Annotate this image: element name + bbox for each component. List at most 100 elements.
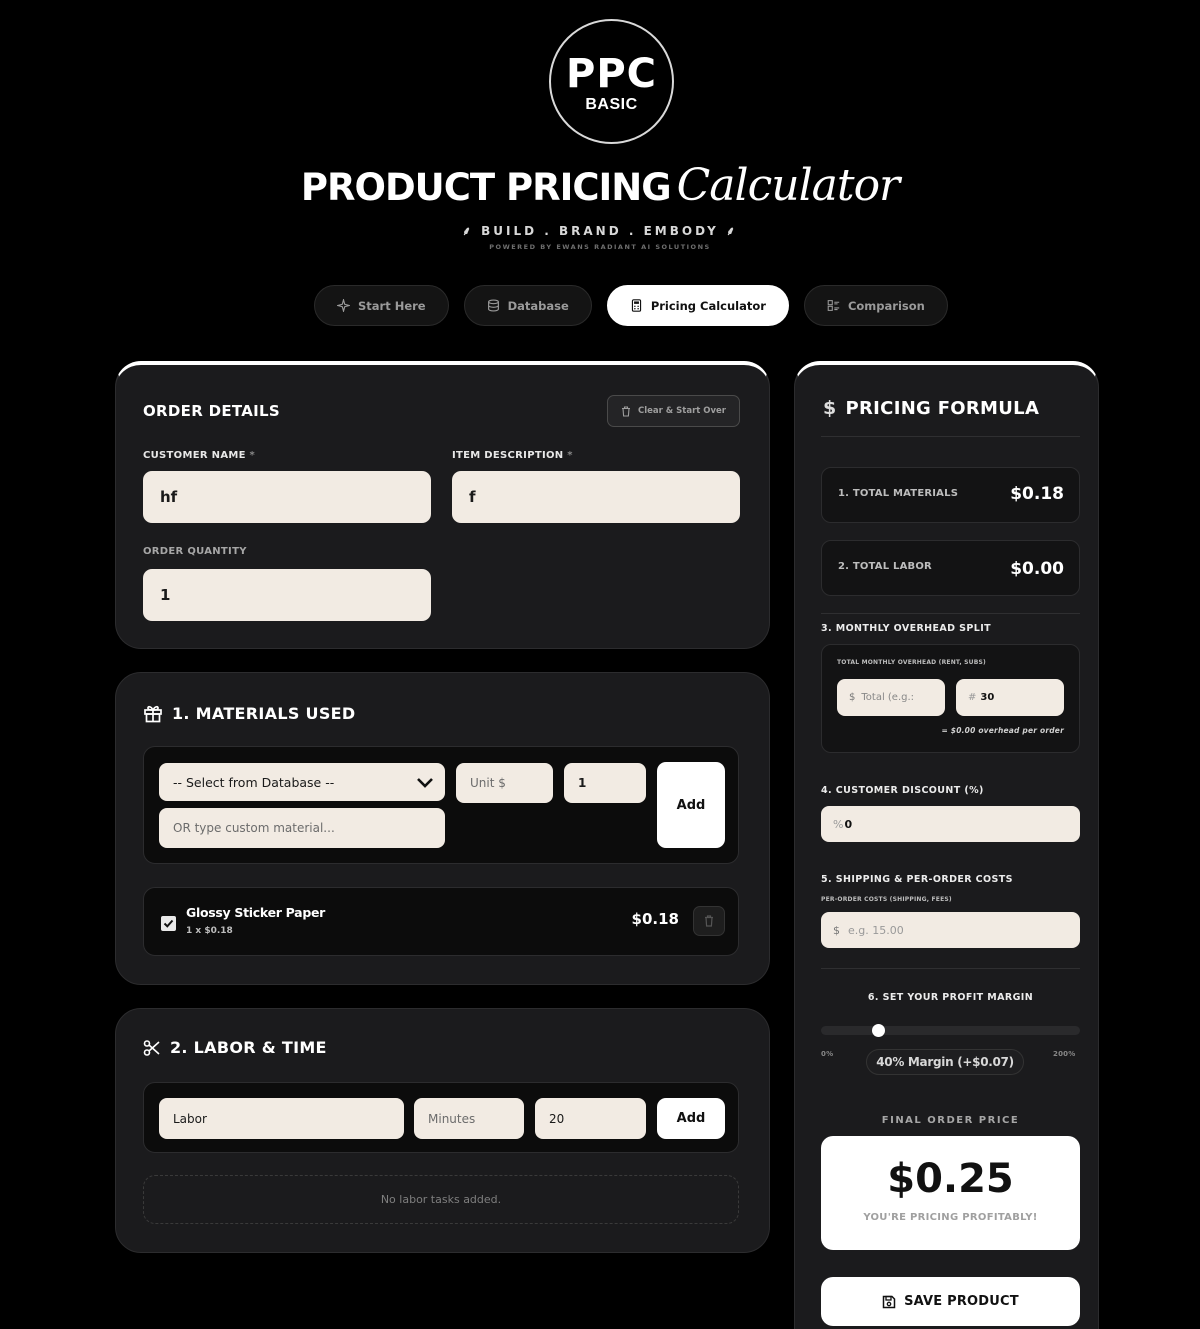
labor-task-value: Labor [173,1111,207,1126]
clear-label: Clear & Start Over [637,406,727,416]
tab-database[interactable]: Database [463,285,592,326]
tagline: ⸙ BUILD . BRAND . EMBODY ⸙ [0,222,1200,239]
discount-input[interactable]: % 0 [821,806,1080,842]
labor-minutes-input[interactable]: Minutes [414,1098,524,1139]
tab-start-here[interactable]: Start Here [314,285,449,326]
orders-per-month-input[interactable]: # 30 [956,679,1064,716]
tab-label: Comparison [847,298,925,313]
custom-material-placeholder: OR type custom material... [173,821,335,835]
order-details-heading: ORDER DETAILS [143,402,280,420]
pricing-formula-heading-text: PRICING FORMULA [845,397,1040,419]
labor-empty-state: No labor tasks added. [143,1175,739,1224]
overhead-total-placeholder: Total (e.g.: [861,692,915,703]
labor-heading: 2. LABOR & TIME [143,1038,327,1057]
item-description-input[interactable]: f [452,471,740,523]
order-quantity-input[interactable]: 1 [143,569,431,621]
save-product-button[interactable]: SAVE PRODUCT [821,1277,1080,1326]
required-mark: * [567,450,573,461]
tab-comparison[interactable]: Comparison [803,285,948,326]
total-labor-label: 2. TOTAL LABOR [838,561,932,572]
hash-prefix: # [968,692,977,703]
customer-name-label: CUSTOMER NAME * [143,450,255,461]
customer-name-input[interactable]: hf [143,471,431,523]
tab-label: Pricing Calculator [650,298,766,313]
orders-per-month-value: 30 [980,692,995,703]
custom-material-input[interactable]: OR type custom material... [159,808,445,848]
labor-minutes-placeholder: Minutes [428,1111,476,1126]
scissors-icon [143,1039,160,1056]
database-icon [487,299,499,312]
shipping-sublabel: PER-ORDER COSTS (SHIPPING, FEES) [821,896,952,903]
item-description-label: ITEM DESCRIPTION * [452,450,573,461]
add-labor-button[interactable]: Add [657,1098,725,1139]
page-title-script: Calculator [676,160,900,211]
gift-icon [144,705,162,723]
trash-icon [621,405,630,417]
sparkle-icon: ⸙ [461,224,482,238]
material-qty-value: 1 [578,776,587,790]
required-mark: * [249,450,256,461]
overhead-note: = $0.00 overhead per order [941,726,1064,735]
divider [821,436,1080,437]
profit-margin-slider[interactable] [821,1024,1080,1037]
labor-heading-text: 2. LABOR & TIME [170,1038,327,1057]
calculator-icon [631,299,641,312]
save-label: SAVE PRODUCT [904,1294,1019,1309]
dollar-prefix: $ [849,692,856,703]
shipping-placeholder: e.g. 15.00 [848,923,904,937]
comparison-icon [827,300,840,311]
material-price: $0.18 [631,910,679,928]
labor-rate-input[interactable]: 20 [535,1098,646,1139]
material-checkbox[interactable] [161,916,176,931]
logo-badge: PPC BASIC [549,19,674,144]
materials-heading-text: 1. MATERIALS USED [172,703,356,723]
powered-by: POWERED BY EWANS RADIANT AI SOLUTIONS [489,243,711,251]
trash-icon [705,915,713,927]
final-price-value: $0.25 [887,1156,1014,1202]
percent-prefix: % [833,817,844,831]
final-price-message: YOU'RE PRICING PROFITABLY! [863,1212,1038,1223]
chevron-down-icon [417,778,433,788]
material-select[interactable]: -- Select from Database -- [159,763,445,801]
logo-subtext: BASIC [585,95,638,113]
total-materials-label: 1. TOTAL MATERIALS [838,488,959,499]
customer-name-value: hf [160,488,178,506]
dollar-icon: $ [823,397,837,419]
clear-start-over-button[interactable]: Clear & Start Over [607,395,740,427]
final-price-label: FINAL ORDER PRICE [881,1115,1020,1126]
total-materials-box: 1. TOTAL MATERIALS $0.18 [821,467,1080,523]
total-labor-box: 2. TOTAL LABOR $0.00 [821,540,1080,596]
unit-price-input[interactable]: Unit $ [456,763,553,803]
discount-label: 4. CUSTOMER DISCOUNT (%) [821,785,984,796]
add-material-button[interactable]: Add [657,762,725,848]
order-quantity-label: ORDER QUANTITY [143,546,247,557]
labor-rate-value: 20 [549,1111,565,1126]
unit-price-placeholder: Unit $ [470,776,506,790]
material-detail: 1 x $0.18 [186,926,233,936]
save-icon [882,1295,896,1308]
sparkle-icon: ⸙ [718,224,739,238]
delete-material-button[interactable] [693,906,725,936]
discount-value: 0 [844,817,853,831]
labor-task-input[interactable]: Labor [159,1098,404,1139]
tab-pricing-calculator[interactable]: Pricing Calculator [606,285,789,326]
material-name: Glossy Sticker Paper [186,905,326,920]
material-select-value: -- Select from Database -- [173,774,335,790]
nav-tabs: Start Here Database Pricing Calculator C… [314,285,948,326]
margin-value-pill: 40% Margin (+$0.07) [866,1049,1024,1075]
overhead-total-input[interactable]: $ Total (e.g.: [837,679,945,716]
sparkle-icon [337,299,350,312]
divider [821,968,1080,969]
total-materials-value: $0.18 [1010,484,1064,504]
total-labor-value: $0.00 [1010,559,1064,579]
final-price-card: $0.25 YOU'RE PRICING PROFITABLY! [821,1136,1080,1250]
pricing-formula-heading: $ PRICING FORMULA [823,397,1039,419]
overhead-label: 3. MONTHLY OVERHEAD SPLIT [821,623,992,634]
shipping-label: 5. SHIPPING & PER-ORDER COSTS [821,874,1013,885]
order-quantity-value: 1 [160,586,171,604]
margin-max-label: 200% [1053,1050,1076,1058]
list-item: Glossy Sticker Paper 1 x $0.18 $0.18 [143,887,739,956]
shipping-input[interactable]: $ e.g. 15.00 [821,912,1080,948]
tab-label: Database [507,298,569,313]
material-qty-input[interactable]: 1 [564,763,646,803]
